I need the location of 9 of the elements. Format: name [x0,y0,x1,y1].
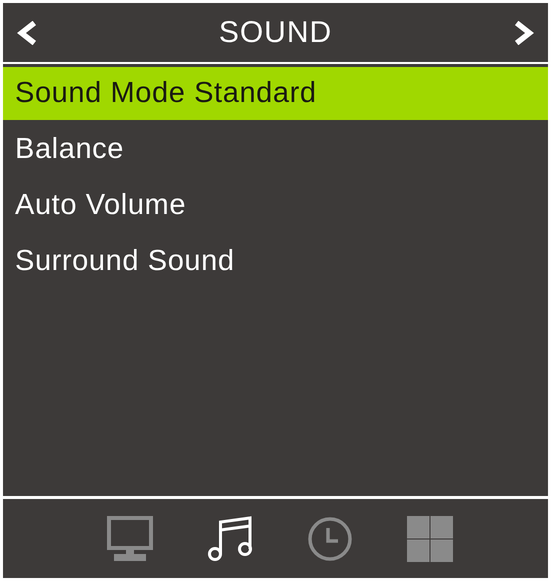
menu-item[interactable]: Surround Sound [3,235,548,288]
music-note-icon[interactable] [206,516,252,562]
menu-item[interactable]: Sound Mode Standard [3,67,548,120]
grid-icon[interactable] [406,516,452,562]
clock-icon[interactable] [306,516,352,562]
menu-item[interactable]: Balance [3,123,548,176]
monitor-icon[interactable] [106,516,152,562]
page-title: SOUND [218,16,332,50]
menu-item[interactable]: Auto Volume [3,179,548,232]
